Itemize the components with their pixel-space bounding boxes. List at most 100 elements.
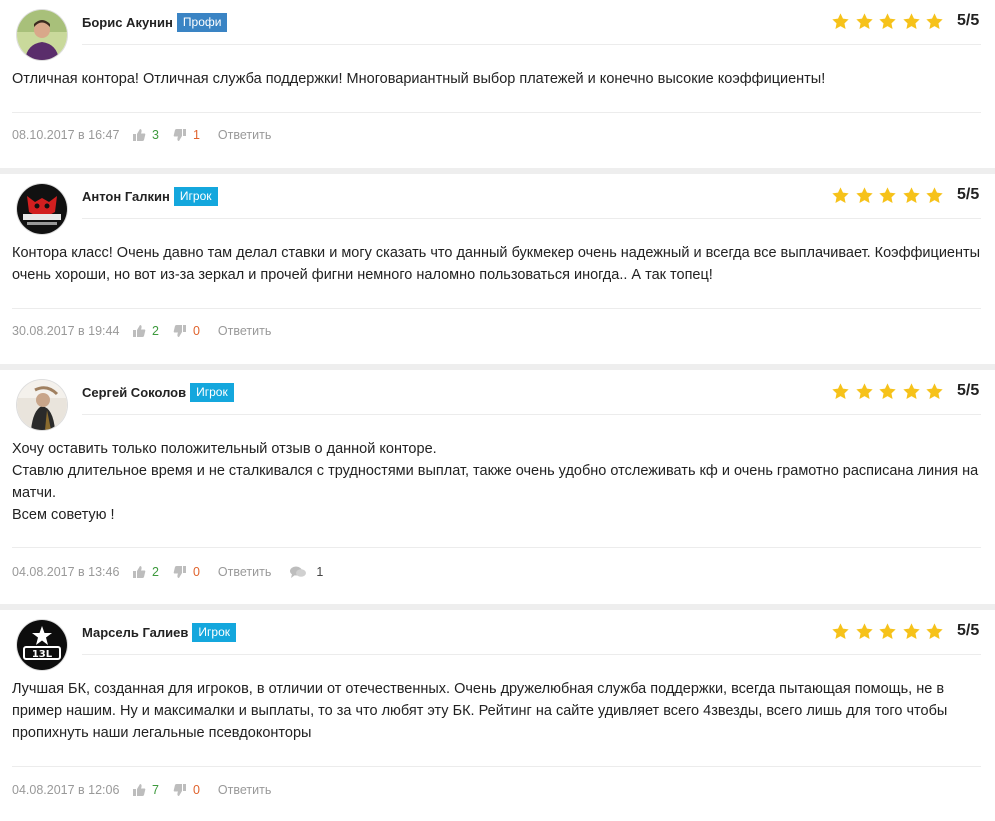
avatar-image [17,10,67,60]
star-icon [831,622,850,641]
divider [82,414,981,415]
star-icon [878,12,897,31]
comments-toggle[interactable]: 1 [289,565,323,579]
rating-value: 5/5 [957,622,980,639]
rating-value: 5/5 [957,12,980,29]
star-icon [902,186,921,205]
review-date: 08.10.2017 в 16:47 [12,128,120,142]
avatar[interactable]: 13L [17,620,67,670]
star-icon [855,186,874,205]
avatar-image: 13L [17,620,67,670]
like-count: 2 [152,565,159,579]
dislike-button[interactable]: 1 [173,128,200,142]
dislike-count: 1 [192,128,200,142]
review-text: Отличная контора! Отличная служба поддер… [12,68,982,90]
review-text: Контора класс! Очень давно там делал ста… [12,242,982,286]
dislike-count: 0 [192,783,200,797]
thumbs-up-icon [133,566,146,578]
divider [82,218,981,219]
user-badge: Профи [176,12,228,32]
like-button[interactable]: 2 [132,565,159,579]
thumbs-down-icon [173,784,186,796]
comments-count: 1 [316,565,324,579]
review-date: 30.08.2017 в 19:44 [12,324,120,338]
review-card: Антон Галкин Игрок 5/5 Контора класс! Оч… [0,174,995,364]
review-card: Сергей Соколов Игрок 5/5 Хочу оставить т… [0,370,995,604]
avatar-image [17,380,67,430]
divider [82,44,981,45]
star-icon [925,12,944,31]
reply-link[interactable]: Ответить [218,783,271,797]
review-paragraph: Хочу оставить только положительный отзыв… [12,441,437,457]
rating-stars [831,382,949,401]
dislike-count: 0 [192,565,200,579]
dislike-button[interactable]: 0 [173,324,200,338]
star-icon [831,12,850,31]
rating-value: 5/5 [957,382,980,399]
dislike-button[interactable]: 0 [173,783,200,797]
author-name[interactable]: Борис Акунин [82,15,173,30]
author-name[interactable]: Антон Галкин [82,189,170,204]
like-count: 3 [152,128,159,142]
star-icon [831,382,850,401]
like-button[interactable]: 2 [132,324,159,338]
rating-stars [831,186,949,205]
avatar[interactable] [17,380,67,430]
review-text: Лучшая БК, созданная для игроков, в отли… [12,678,982,744]
rating-stars [831,622,949,641]
thumbs-down-icon [173,325,186,337]
reply-link[interactable]: Ответить [218,565,271,579]
divider [12,308,981,309]
star-icon [925,186,944,205]
dislike-button[interactable]: 0 [173,565,200,579]
like-count: 2 [152,324,159,338]
rating-value: 5/5 [957,186,980,203]
star-icon [855,382,874,401]
divider [82,654,981,655]
rating-stars [831,12,949,31]
review-meta: 04.08.2017 в 12:06 7 0 Ответить [12,780,271,800]
review-card: Борис Акунин Профи 5/5 Отличная контора!… [0,0,995,168]
review-paragraph: Лучшая БК, созданная для игроков, в отли… [12,681,948,741]
divider [12,112,981,113]
review-paragraph: Отличная контора! Отличная служба поддер… [12,71,826,87]
thumbs-up-icon [133,325,146,337]
author: Сергей Соколов Игрок [82,382,234,402]
star-icon [902,622,921,641]
comment-bubbles-icon [290,566,307,578]
user-badge: Игрок [173,186,218,206]
like-count: 7 [152,783,159,797]
author: Борис Акунин Профи [82,12,228,32]
like-button[interactable]: 3 [132,128,159,142]
reply-link[interactable]: Ответить [218,324,271,338]
user-badge: Игрок [192,622,236,642]
review-date: 04.08.2017 в 13:46 [12,565,120,579]
review-date: 04.08.2017 в 12:06 [12,783,120,797]
review-paragraph: Всем советую ! [12,507,115,523]
review-text: Хочу оставить только положительный отзыв… [12,438,982,526]
thumbs-up-icon [133,784,146,796]
avatar[interactable] [17,10,67,60]
thumbs-down-icon [173,566,186,578]
author-name[interactable]: Сергей Соколов [82,385,186,400]
divider [12,547,981,548]
review-paragraph: Контора класс! Очень давно там делал ста… [12,245,981,283]
avatar[interactable] [17,184,67,234]
star-icon [878,622,897,641]
dislike-count: 0 [192,324,200,338]
star-icon [831,186,850,205]
divider [12,766,981,767]
review-meta: 30.08.2017 в 19:44 2 0 Ответить [12,321,271,341]
svg-text:13L: 13L [32,649,53,660]
thumbs-up-icon [133,129,146,141]
review-meta: 04.08.2017 в 13:46 2 0 Ответить 1 [12,562,323,582]
star-icon [855,12,874,31]
author-name[interactable]: Марсель Галиев [82,625,188,640]
star-icon [878,186,897,205]
author: Марсель Галиев Игрок [82,622,236,642]
review-card: 13L Марсель Галиев Игрок 5/5 Лучшая БК, … [0,610,995,821]
like-button[interactable]: 7 [132,783,159,797]
thumbs-down-icon [173,129,186,141]
star-icon [878,382,897,401]
reply-link[interactable]: Ответить [218,128,271,142]
